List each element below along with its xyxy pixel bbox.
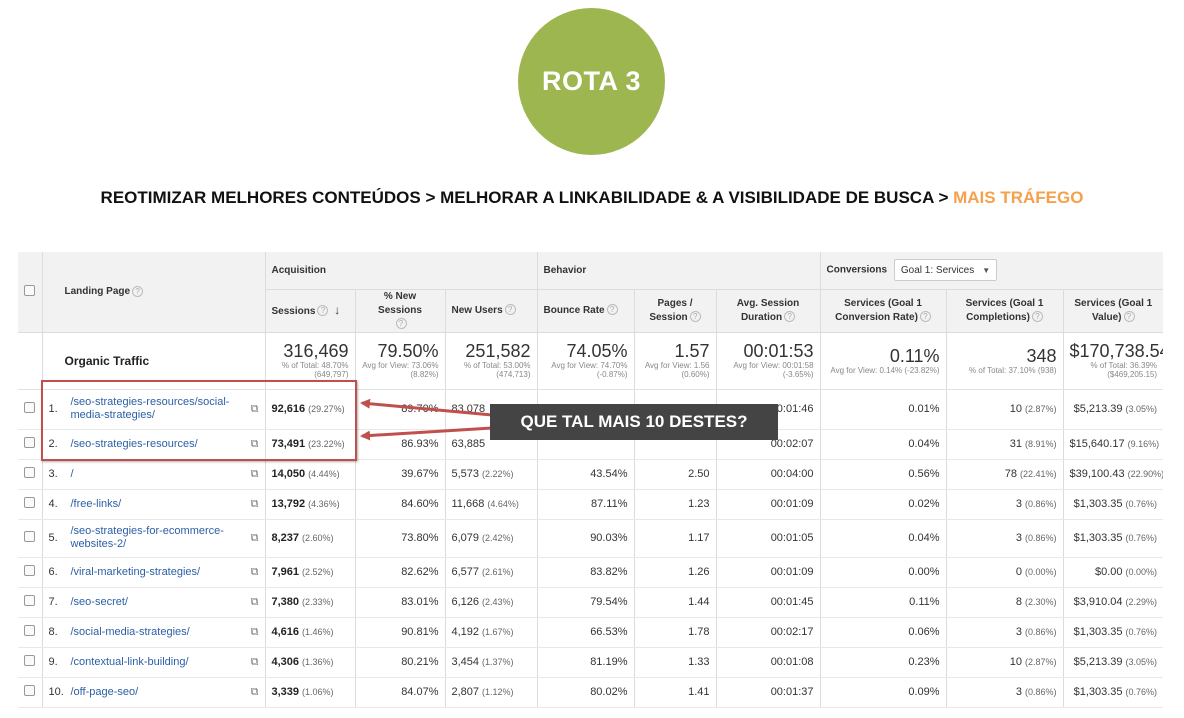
callout-arrows	[360, 398, 493, 441]
arrow-to-row-1	[360, 398, 493, 417]
callout-text: QUE TAL MAIS 10 DESTES?	[520, 412, 748, 431]
callout-box: QUE TAL MAIS 10 DESTES?	[490, 404, 778, 440]
arrow-to-row-2	[360, 426, 493, 441]
